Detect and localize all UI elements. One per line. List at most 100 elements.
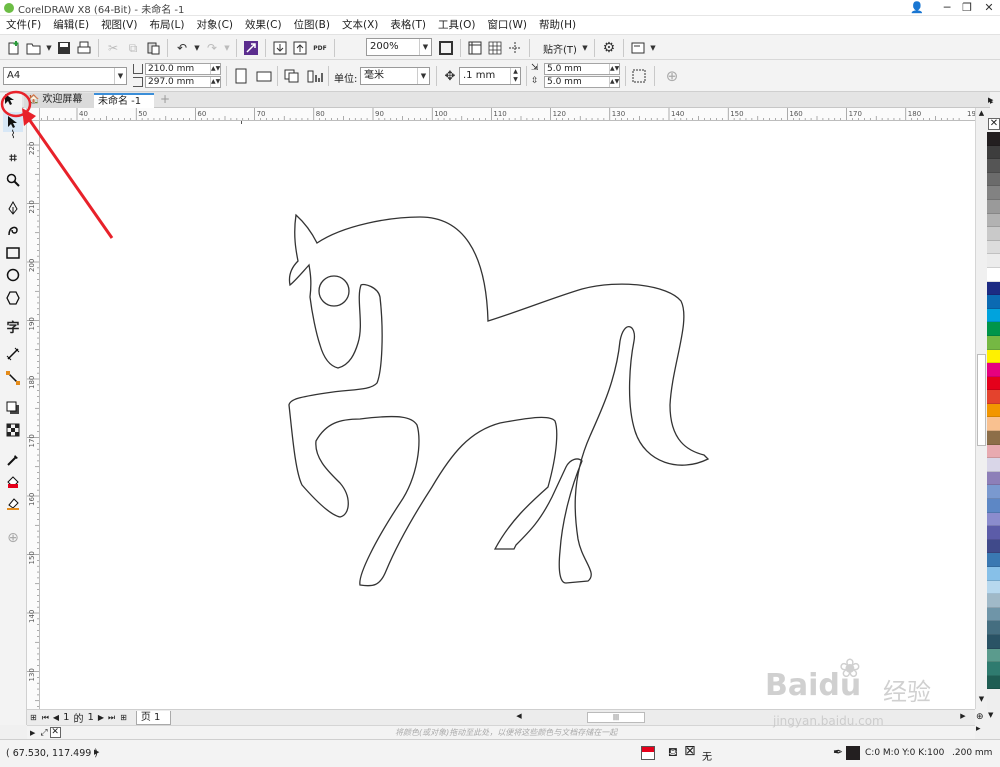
open-dropdown-icon[interactable]: ▼ [44, 38, 54, 58]
page-border-icon[interactable] [629, 66, 649, 86]
menu-tools[interactable]: 工具(O) [432, 16, 481, 34]
palette-swatch[interactable] [987, 553, 1000, 567]
page-width-field[interactable]: 210.0 mm ▲▼ [145, 63, 221, 75]
drawing-canvas[interactable] [40, 121, 975, 709]
parallel-dimension-tool-icon[interactable] [3, 344, 23, 364]
menu-help[interactable]: 帮助(H) [533, 16, 582, 34]
nudge-spinner[interactable]: ▲ ▼ [510, 68, 520, 84]
page-height-field[interactable]: 297.0 mm ▲▼ [145, 76, 221, 88]
menu-view[interactable]: 视图(V) [95, 16, 143, 34]
drop-shadow-tool-icon[interactable] [3, 398, 23, 418]
redo-dropdown-icon[interactable]: ▼ [222, 38, 232, 58]
palette-swatch[interactable] [987, 607, 1000, 622]
menu-layout[interactable]: 布局(L) [143, 16, 190, 34]
units-dropdown-icon[interactable]: ▼ [417, 68, 429, 84]
palette-swatch[interactable] [987, 403, 1000, 418]
horizontal-scroll-thumb[interactable]: ||| [587, 712, 645, 723]
palette-swatch[interactable] [987, 254, 1000, 268]
palette-swatch[interactable] [987, 267, 1000, 282]
import-icon[interactable] [270, 38, 290, 58]
palette-swatch[interactable] [987, 322, 1000, 336]
palette-swatch[interactable] [987, 199, 1000, 214]
palette-swatch[interactable] [987, 499, 1000, 513]
undo-icon[interactable]: ↶ [172, 38, 192, 58]
print-icon[interactable] [74, 38, 94, 58]
menu-file[interactable]: 文件(F) [0, 16, 47, 34]
previous-page-icon[interactable]: ◀ [51, 713, 61, 722]
units-combo[interactable]: 毫米 ▼ [360, 67, 430, 85]
palette-swatch[interactable] [987, 485, 1000, 500]
palette-swatch[interactable] [987, 145, 1000, 160]
zoom-level-combo[interactable]: 200% ▼ [366, 38, 432, 56]
all-pages-icon[interactable] [282, 66, 302, 86]
palette-swatch[interactable] [987, 159, 1000, 173]
next-page-icon[interactable]: ▶ [96, 713, 106, 722]
palette-swatch[interactable] [987, 471, 1000, 486]
duplicate-x-spinner[interactable]: ▲▼ [609, 64, 619, 74]
palette-swatch[interactable] [987, 132, 1000, 146]
close-button[interactable]: ✕ [980, 0, 998, 16]
outline-color-swatch[interactable] [846, 746, 860, 760]
palette-swatch[interactable] [987, 567, 1000, 581]
palette-swatch[interactable] [987, 512, 1000, 527]
snap-to-button[interactable]: 贴齐(T) [540, 41, 580, 56]
palette-swatch[interactable] [987, 444, 1000, 459]
palette-swatch[interactable] [987, 295, 1000, 309]
interactive-fill-tool-icon[interactable] [3, 472, 23, 492]
horizontal-ruler[interactable]: 40 50 60 70 80 90 100 110 120 130 140 150 160 170 180 1… [40, 108, 975, 121]
vertical-scrollbar[interactable]: ▲ ▼ [975, 108, 987, 709]
palette-swatch[interactable] [987, 240, 1000, 255]
menu-effects[interactable]: 效果(C) [239, 16, 288, 34]
palette-scroll-down-icon[interactable]: ▼ [988, 711, 993, 719]
full-screen-icon[interactable] [436, 38, 456, 58]
last-page-icon[interactable]: ⏭ [106, 713, 117, 723]
ellipse-tool-icon[interactable] [3, 265, 23, 285]
palette-swatch[interactable] [987, 675, 1000, 690]
transparency-tool-icon[interactable] [3, 420, 23, 440]
menu-edit[interactable]: 编辑(E) [47, 16, 95, 34]
application-launcher-icon[interactable] [628, 38, 648, 58]
page-size-dropdown-icon[interactable]: ▼ [114, 68, 126, 84]
scroll-up-icon[interactable]: ▲ [976, 109, 987, 117]
redo-icon[interactable]: ↷ [202, 38, 222, 58]
vertical-scroll-thumb[interactable] [977, 354, 986, 446]
no-color-swatch[interactable]: ✕ [988, 118, 1000, 130]
page-size-combo[interactable]: A4 ▼ [3, 67, 127, 85]
add-tool-icon[interactable]: ⊕ [3, 528, 23, 548]
palette-swatch[interactable] [987, 580, 1000, 595]
show-rulers-icon[interactable] [465, 38, 485, 58]
landscape-icon[interactable] [254, 66, 274, 86]
zoom-dropdown-icon[interactable]: ▼ [419, 39, 431, 55]
palette-swatch[interactable] [987, 634, 1000, 649]
palette-swatch[interactable] [987, 594, 1000, 608]
text-tool-icon[interactable]: 字 [3, 316, 23, 336]
palette-swatch[interactable] [987, 172, 1000, 187]
connector-tool-icon[interactable] [3, 368, 23, 388]
show-guidelines-icon[interactable] [505, 38, 525, 58]
publish-pdf-icon[interactable]: PDF [310, 38, 330, 58]
palette-swatch[interactable] [987, 390, 1000, 404]
polygon-tool-icon[interactable] [3, 288, 23, 308]
menu-text[interactable]: 文本(X) [336, 16, 384, 34]
palette-swatch[interactable] [987, 349, 1000, 364]
current-page-icon[interactable] [305, 66, 325, 86]
page-height-spinner[interactable]: ▲▼ [210, 77, 220, 87]
duplicate-y-field[interactable]: 5.0 mm ▲▼ [544, 76, 620, 88]
palette-swatch[interactable] [987, 335, 1000, 350]
palette-swatch[interactable] [987, 186, 1000, 200]
add-tab-button[interactable]: + [156, 93, 170, 108]
palette-swatch[interactable] [987, 539, 1000, 554]
palette-swatch[interactable] [987, 662, 1000, 676]
menu-window[interactable]: 窗口(W) [481, 16, 533, 34]
quick-customize-icon[interactable]: ⊕ [662, 66, 682, 86]
smart-fill-tool-icon[interactable] [3, 494, 23, 514]
cut-icon[interactable]: ✂ [103, 38, 123, 58]
palette-swatch[interactable] [987, 308, 1000, 323]
palette-swatch[interactable] [987, 363, 1000, 377]
rectangle-tool-icon[interactable] [3, 243, 23, 263]
palette-swatch[interactable] [987, 431, 1000, 445]
scroll-left-icon[interactable]: ◀ [513, 712, 525, 723]
add-page-after-icon[interactable]: ⊞ [117, 713, 130, 722]
launcher-dropdown-icon[interactable]: ▼ [648, 38, 658, 58]
menu-object[interactable]: 对象(C) [191, 16, 240, 34]
